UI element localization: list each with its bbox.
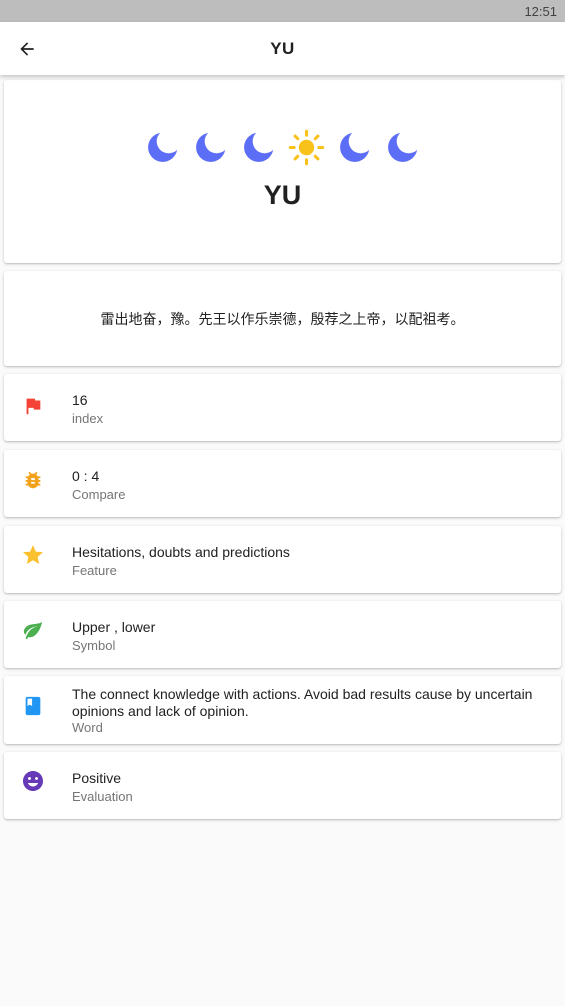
hexagram-name: YU <box>263 180 302 210</box>
moon-icon <box>388 132 418 162</box>
info-value: Positive <box>72 770 122 786</box>
sun-icon <box>288 129 325 166</box>
quote-card: 雷出地奋，豫。先王以作乐崇德，殷荐之上帝，以配祖考。 <box>4 271 561 366</box>
bug-icon <box>21 468 45 492</box>
info-label: Compare <box>72 487 126 502</box>
status-bar: 12:51 <box>0 0 565 22</box>
info-value: 0 : 4 <box>72 468 100 484</box>
info-label: Word <box>72 720 103 735</box>
info-card-compare[interactable]: 0 : 4 Compare <box>4 450 561 517</box>
info-value: The connect knowledge with actions. Avoi… <box>72 686 533 719</box>
info-value: 16 <box>72 392 88 408</box>
info-label: index <box>72 411 104 426</box>
arrow-back-icon <box>20 42 34 56</box>
book-icon <box>21 694 45 718</box>
info-card-feature[interactable]: Hesitations, doubts and predictions Feat… <box>4 526 561 593</box>
star-icon <box>21 543 45 567</box>
moon-icon <box>196 132 226 162</box>
info-label: Symbol <box>72 638 116 653</box>
info-label: Evaluation <box>72 789 133 804</box>
moon-icon <box>148 132 178 162</box>
leaf-icon <box>21 618 45 642</box>
info-card-index[interactable]: 16 index <box>4 374 561 441</box>
quote-text: 雷出地奋，豫。先王以作乐崇德，殷荐之上帝，以配祖考。 <box>100 311 465 328</box>
moon-icon <box>340 132 370 162</box>
app-bar: YU <box>0 22 565 75</box>
info-label: Feature <box>72 563 117 578</box>
page-title: YU <box>270 38 295 58</box>
flag-icon <box>21 394 45 418</box>
info-card-evaluation[interactable]: Positive Evaluation <box>4 752 561 819</box>
back-button[interactable] <box>12 34 42 64</box>
hexagram-symbols <box>4 129 561 166</box>
status-time: 12:51 <box>524 3 557 19</box>
info-value: Hesitations, doubts and predictions <box>72 544 290 560</box>
smiley-icon <box>21 769 45 793</box>
info-value: Upper , lower <box>72 619 156 635</box>
info-card-word[interactable]: The connect knowledge with actions. Avoi… <box>4 676 561 744</box>
hexagram-card: YU <box>4 80 561 263</box>
moon-icon <box>244 132 274 162</box>
info-card-symbol[interactable]: Upper , lower Symbol <box>4 601 561 668</box>
